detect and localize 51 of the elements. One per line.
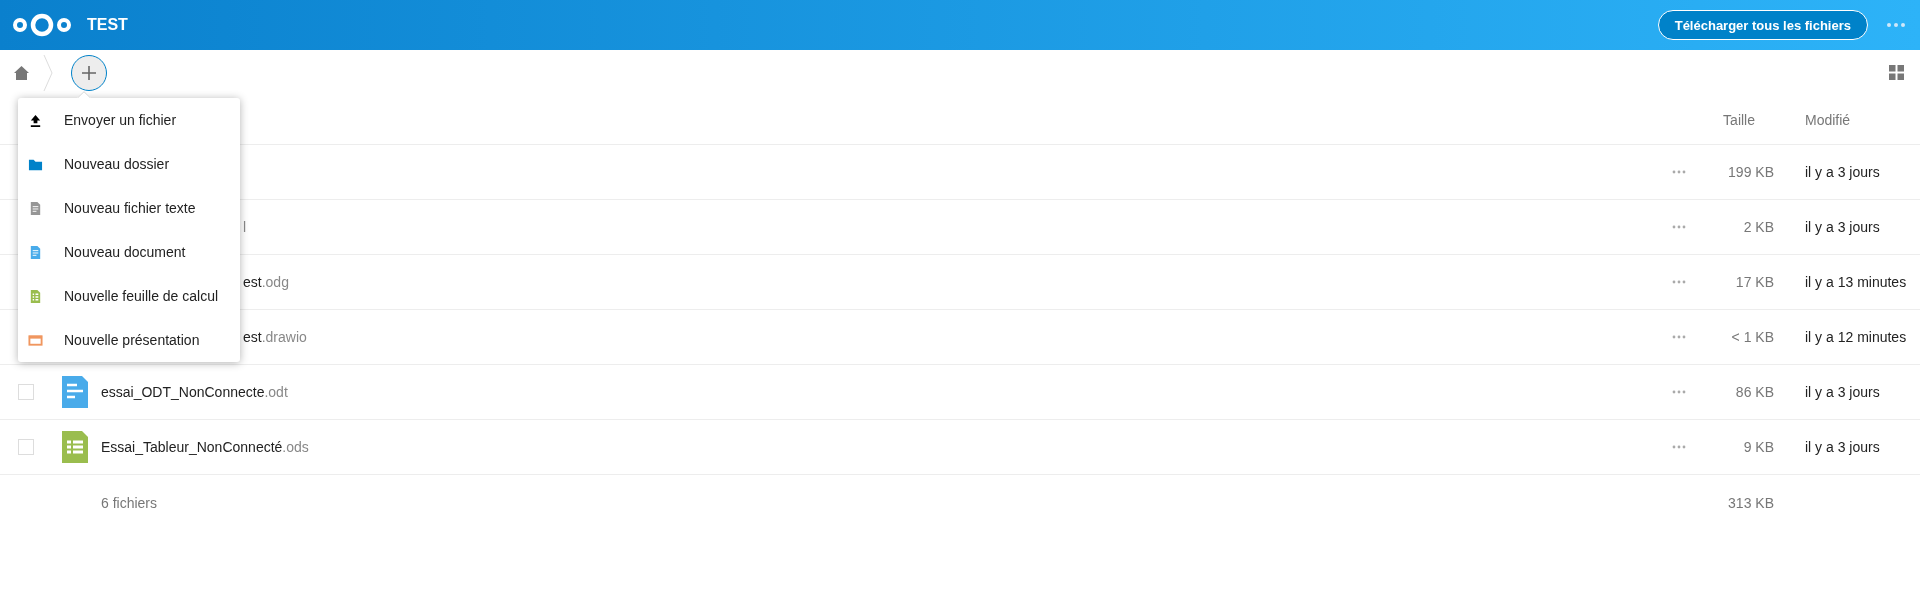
logo-icon[interactable] — [12, 13, 72, 37]
presentation-icon — [28, 332, 43, 348]
column-header[interactable]: Modifié — [1775, 111, 1920, 128]
grid-view-icon[interactable] — [1889, 65, 1904, 80]
more-icon[interactable] — [1886, 22, 1906, 28]
more-icon[interactable] — [1672, 280, 1686, 284]
checkbox[interactable] — [18, 384, 34, 400]
file-count: 6 fichiers — [101, 494, 158, 511]
spreadsheet-icon — [62, 431, 88, 463]
modified-time: il y a 12 minutes — [1804, 329, 1908, 345]
new-button[interactable] — [71, 54, 107, 91]
file-size: 86 KB — [1734, 384, 1775, 400]
file-size: < 1 KB — [1730, 329, 1775, 345]
more-icon[interactable] — [1672, 335, 1686, 339]
modified-time: il y a 3 jours — [1804, 384, 1881, 400]
menu-item[interactable]: Nouvelle feuille de calcul — [18, 274, 240, 318]
menu-item[interactable]: Nouveau dossier — [18, 142, 240, 186]
file-name[interactable]: est.odg — [243, 274, 289, 290]
more-icon[interactable] — [1672, 225, 1686, 229]
menu-pointer — [77, 91, 91, 98]
file-size: 199 KB — [1727, 164, 1775, 180]
file-name[interactable]: essai_ODT_NonConnecte.odt — [101, 384, 288, 400]
upload-icon — [28, 112, 43, 128]
file-name[interactable]: est.drawio — [243, 329, 307, 345]
file-size: 17 KB — [1734, 274, 1775, 290]
modified-time: il y a 3 jours — [1804, 439, 1881, 455]
plus-icon — [82, 65, 96, 80]
menu-item[interactable]: Nouveau fichier texte — [18, 186, 240, 230]
modified-time: il y a 13 minutes — [1804, 274, 1908, 290]
menu-item[interactable]: Nouvelle présentation — [18, 318, 240, 362]
document-icon — [62, 376, 88, 408]
document-icon — [28, 244, 43, 260]
file-name[interactable]: Essai_Tableur_NonConnecté.ods — [101, 439, 309, 455]
column-header[interactable]: Taille — [1694, 111, 1775, 128]
more-icon[interactable] — [1672, 170, 1686, 174]
modified-time: il y a 3 jours — [1804, 219, 1881, 235]
download-all-button[interactable]: Télécharger tous les fichiers — [1657, 10, 1868, 40]
menu-item[interactable]: Envoyer un fichier — [18, 98, 240, 142]
home-icon[interactable] — [14, 65, 29, 80]
total-size: 313 KB — [1727, 494, 1775, 511]
more-icon[interactable] — [1672, 390, 1686, 394]
menu-item[interactable]: Nouveau document — [18, 230, 240, 274]
app-title: TEST — [87, 16, 129, 34]
chevron-icon — [43, 52, 53, 93]
file-size: 2 KB — [1742, 219, 1775, 235]
checkbox[interactable] — [18, 439, 34, 455]
spreadsheet-icon — [28, 288, 43, 304]
file-size: 9 KB — [1742, 439, 1775, 455]
modified-time: il y a 3 jours — [1804, 164, 1881, 180]
text-file-icon — [28, 200, 43, 216]
more-icon[interactable] — [1672, 445, 1686, 449]
